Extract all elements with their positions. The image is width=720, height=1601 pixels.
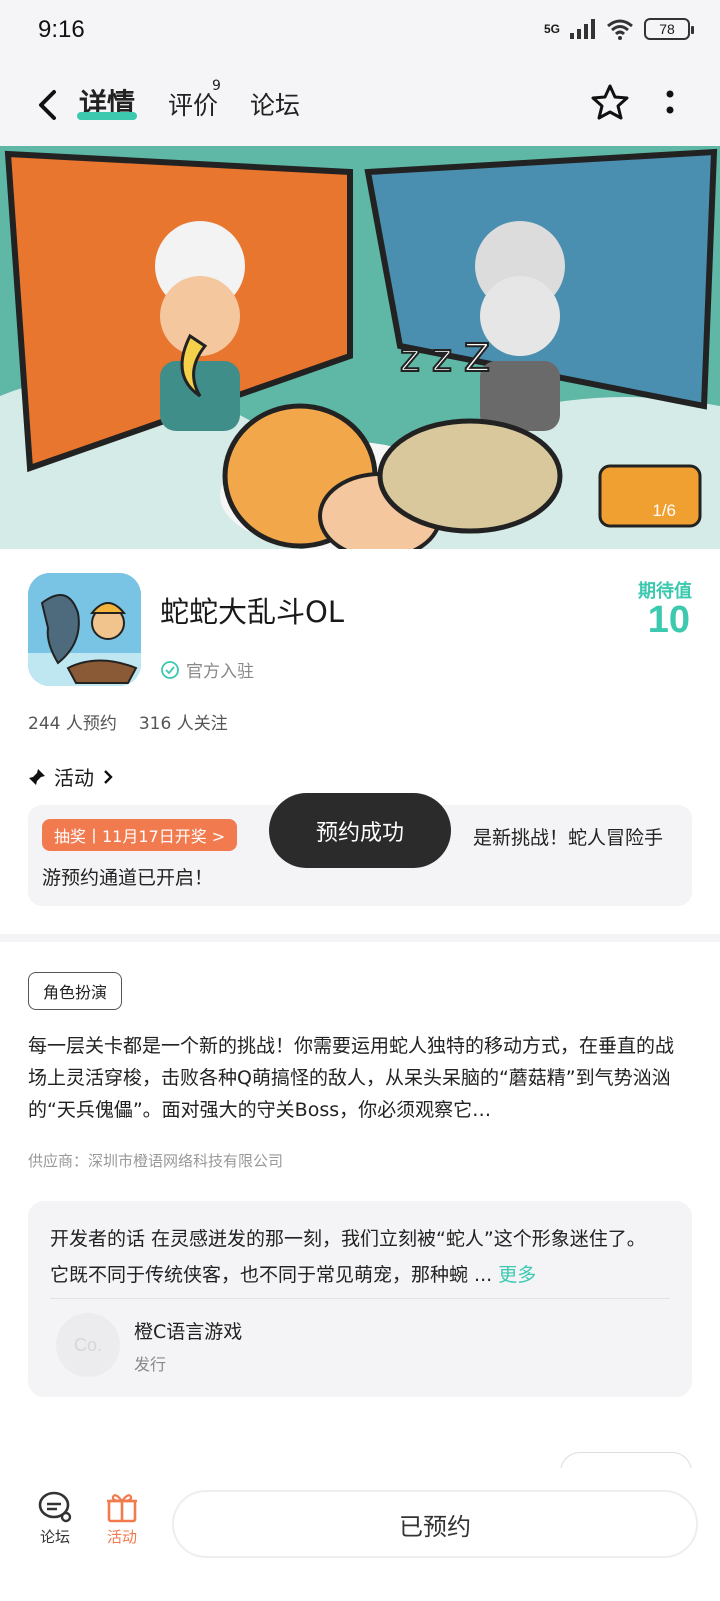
svg-text:z z Z: z z Z [400,336,490,380]
developer-role: 发行 [134,1355,167,1374]
expectation-value: 10 [647,599,690,641]
app-stats: 244 人预约 316 人关注 [28,709,228,734]
reserved-button[interactable]: 已预约 [172,1490,698,1558]
forum-chat-icon [38,1491,72,1523]
bottom-forum-button[interactable]: 论坛 [25,1490,85,1547]
activity-header[interactable]: 活动 [28,762,114,791]
banner-carousel[interactable]: z z Z 1/6 [0,146,720,549]
nav-bar: 详情 评价 论坛 [0,64,720,146]
pin-icon [29,768,45,785]
supplier-info: 供应商：深圳市橙语网络科技有限公司 [28,1152,284,1170]
status-bar: 9:16 5G 78 [0,0,720,64]
official-label: 官方入驻 [186,662,254,682]
game-description[interactable]: 每一层关卡都是一个新的挑战！你需要运用蛇人独特的移动方式，在垂直的战场上灵活穿梭… [28,1030,692,1126]
back-arrow-icon[interactable] [30,84,66,126]
signal-icon [570,19,595,39]
active-tab-indicator [77,112,137,120]
tab-forum[interactable]: 论坛 [250,86,300,122]
activity-text-cont: 是新挑战！蛇人冒险手 [473,827,664,849]
app-icon-illustration [28,573,141,686]
favorite-star-icon[interactable] [590,82,630,122]
battery-indicator: 78 [644,18,694,40]
follower-count: 316 人关注 [138,714,228,734]
developer-avatar[interactable]: Co. [56,1313,120,1377]
chevron-right-icon [104,769,113,784]
activity-label: 活动 [106,1528,137,1546]
verified-check-icon [161,660,179,679]
bottom-activity-button[interactable]: 活动 [92,1490,152,1547]
forum-label: 论坛 [39,1528,70,1546]
banner-illustration: z z Z [0,146,720,549]
app-icon [28,573,141,686]
gift-icon [107,1494,137,1523]
reviews-count-badge: 9 [212,78,221,94]
developer-name[interactable]: 橙C语言游戏 [134,1317,242,1344]
lottery-badge: 抽奖丨11月17日开奖 > [42,819,238,851]
wifi-icon [607,19,633,40]
section-divider [0,934,720,942]
network-label: 5G [543,22,560,36]
app-title: 蛇蛇大乱斗OL [160,595,344,629]
official-badge: 官方入驻 [160,657,254,682]
developer-note-text: 开发者的话 在灵感迸发的那一刻，我们立刻被“蛇人”这个形象迷住了。它既不同于传统… [50,1228,646,1286]
status-time: 9:16 [38,16,85,43]
more-link[interactable]: 更多 [498,1264,536,1286]
activity-header-label: 活动 [54,766,94,790]
more-options-icon[interactable] [656,86,684,122]
banner-page-counter: 1/6 [652,501,676,520]
tab-reviews[interactable]: 评价 [168,86,218,122]
bottom-action-bar: 论坛 活动 已预约 [0,1468,720,1601]
activity-text-line2: 游预约通道已开启！ [42,867,214,889]
status-icons: 5G 78 [543,18,694,40]
reservation-count: 244 人预约 [28,714,117,734]
reservation-success-toast: 预约成功 [269,793,451,868]
developer-divider [50,1298,670,1299]
genre-tag[interactable]: 角色扮演 [28,972,123,1010]
developer-card[interactable]: 开发者的话 在灵感迸发的那一刻，我们立刻被“蛇人”这个形象迷住了。它既不同于传统… [28,1201,692,1397]
developer-note: 开发者的话 在灵感迸发的那一刻，我们立刻被“蛇人”这个形象迷住了。它既不同于传统… [50,1221,650,1293]
